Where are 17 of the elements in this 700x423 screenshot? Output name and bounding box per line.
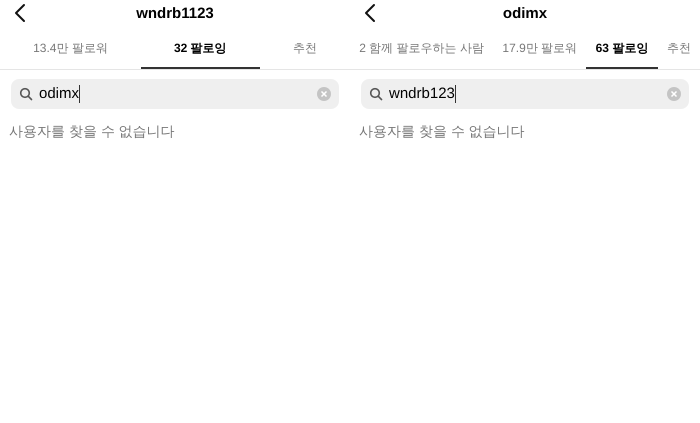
search-icon [369,87,383,101]
search-icon [19,87,33,101]
back-icon[interactable] [363,3,377,23]
tab[interactable]: 63 팔로잉 [586,28,658,69]
tab[interactable]: 32 팔로잉 [140,28,260,69]
search-field[interactable]: odimx [11,79,339,109]
tab[interactable]: 17.9만 팔로워 [493,28,586,69]
empty-message: 사용자를 찾을 수 없습니다 [8,122,176,141]
profile-title: wndrb1123 [136,4,214,24]
tab[interactable]: 추천 [658,28,700,69]
back-icon[interactable] [13,3,27,23]
tab[interactable]: 2 함께 팔로우하는 사람 [350,28,494,69]
profile-title: odimx [502,4,548,24]
tab[interactable]: 13.4만 팔로워 [0,28,141,69]
tab[interactable]: 추천 [260,28,350,69]
empty-message: 사용자를 찾을 수 없습니다 [358,122,526,141]
search-field[interactable]: wndrb123 [361,79,689,109]
